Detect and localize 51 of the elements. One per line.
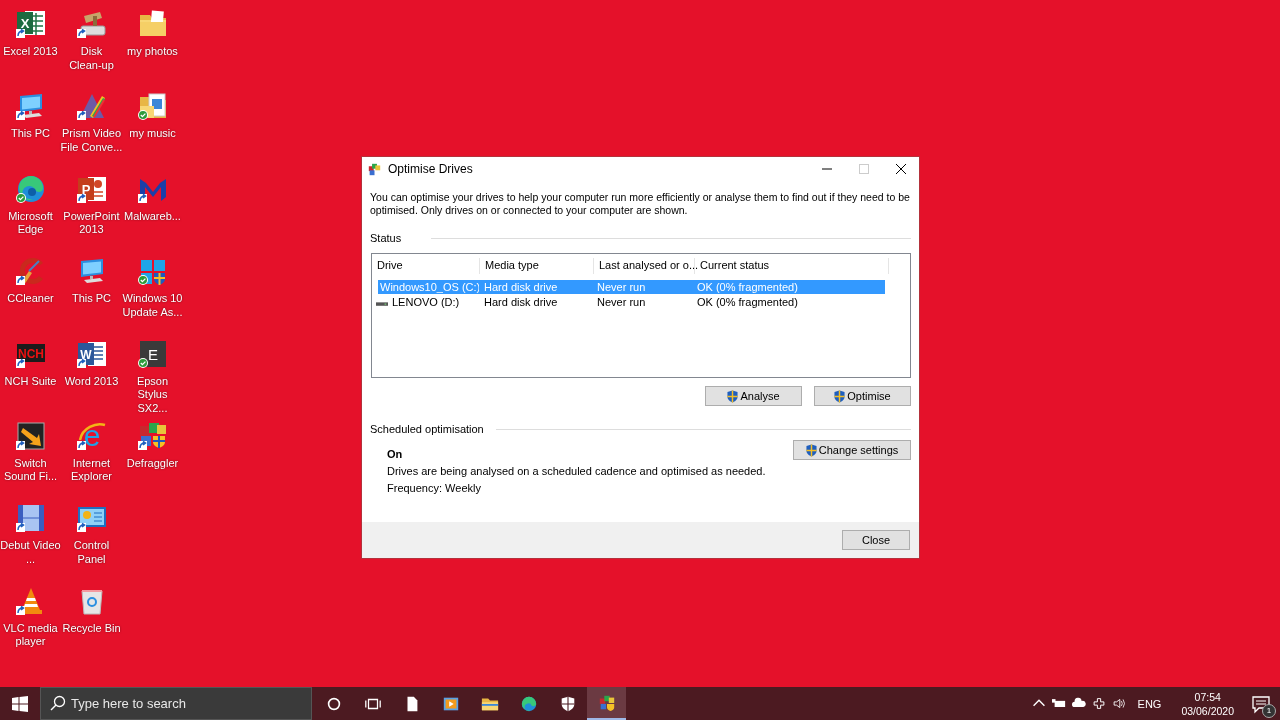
desktop-icon-label[interactable]: VLC media player [0, 621, 62, 649]
table-cell: Never run [592, 279, 692, 294]
desktop-icon-label[interactable]: Word 2013 [60, 374, 123, 389]
column-header[interactable]: Media type [480, 258, 594, 274]
desktop-icon-label[interactable]: This PC [0, 127, 62, 141]
desktop-icon-label[interactable]: Microsoft Edge [0, 209, 62, 237]
table-cell: OK (0% fragmented) [692, 279, 885, 294]
table-cell-text: OK (0% fragmented) [696, 294, 799, 309]
desktop-icon-label[interactable]: CCleaner [0, 292, 62, 306]
clock[interactable]: 07:54 03/06/2020 [1181, 689, 1234, 718]
desktop-icon-label[interactable]: NCH Suite [0, 374, 62, 389]
desktop-icon-label[interactable]: Recycle Bin [60, 621, 123, 636]
table-cell[interactable]: LENOVO (D:) [390, 294, 479, 309]
desktop-icon-label[interactable]: This PC [60, 292, 123, 306]
column-header[interactable]: Last analysed or o... [594, 258, 695, 274]
table-cell-text: Never run [596, 294, 647, 309]
description-text: You can optimise your drives to help your computer run more efficiently or analyse them to find out if they need to be optimised. Only drives on or connected to your computer are shown. [370, 191, 910, 217]
close-dialog-button[interactable]: Close [842, 530, 910, 550]
notification-badge: 1 [1262, 703, 1276, 718]
frequency-text: Frequency: Weekly [387, 482, 482, 494]
clock-date: 03/06/2020 [1181, 703, 1234, 718]
desktop-icon-label[interactable]: Internet Explorer [60, 456, 123, 484]
desktop-icon-label[interactable]: Switch Sound Fi... [0, 456, 62, 484]
schedule-state: On [387, 448, 404, 460]
desktop-icon-label[interactable]: Control Panel [60, 539, 123, 567]
table-cell-text: Hard disk drive [483, 294, 559, 309]
clock-time: 07:54 [1194, 689, 1221, 704]
window-title: Optimise Drives [388, 162, 473, 176]
desktop-icon-label[interactable]: Disk Clean-up [60, 45, 123, 72]
desktop-icon-label[interactable]: my photos [121, 45, 184, 59]
desktop-icon-label[interactable]: Debut Video ... [0, 539, 62, 567]
action-button[interactable]: Analyse [705, 386, 802, 406]
desktop-icon-label[interactable]: Defraggler [121, 456, 184, 471]
column-header[interactable]: Current status [695, 258, 889, 274]
column-header[interactable]: Drive [372, 258, 480, 274]
table-cell: Hard disk drive [479, 279, 592, 294]
table-cell[interactable]: Windows10_OS (C:) [378, 279, 481, 294]
desktop-icon-label[interactable]: Malwareb... [121, 209, 184, 224]
desktop-icon-label[interactable]: my music [121, 127, 184, 141]
schedule-description: Drives are being analysed on a scheduled cadence and optimised as needed. [387, 465, 766, 477]
desktop-icon-label[interactable]: Epson Stylus SX2... [121, 374, 184, 416]
search-field[interactable]: Type here to search [40, 687, 312, 720]
section-label: Status [370, 232, 402, 244]
change-settings-button[interactable]: Change settings [793, 440, 911, 460]
section-label: Scheduled optimisation [370, 423, 484, 435]
language-indicator[interactable]: ENG [1137, 697, 1162, 710]
desktop-icon-label[interactable]: Windows 10 Update As... [121, 292, 184, 320]
desktop-icon-label[interactable]: Excel 2013 [0, 45, 62, 59]
desktop-icon-label[interactable]: Prism Video File Conve... [60, 127, 123, 155]
action-button[interactable]: Optimise [814, 386, 911, 406]
desktop-icon-label[interactable]: PowerPoint 2013 [60, 209, 123, 237]
